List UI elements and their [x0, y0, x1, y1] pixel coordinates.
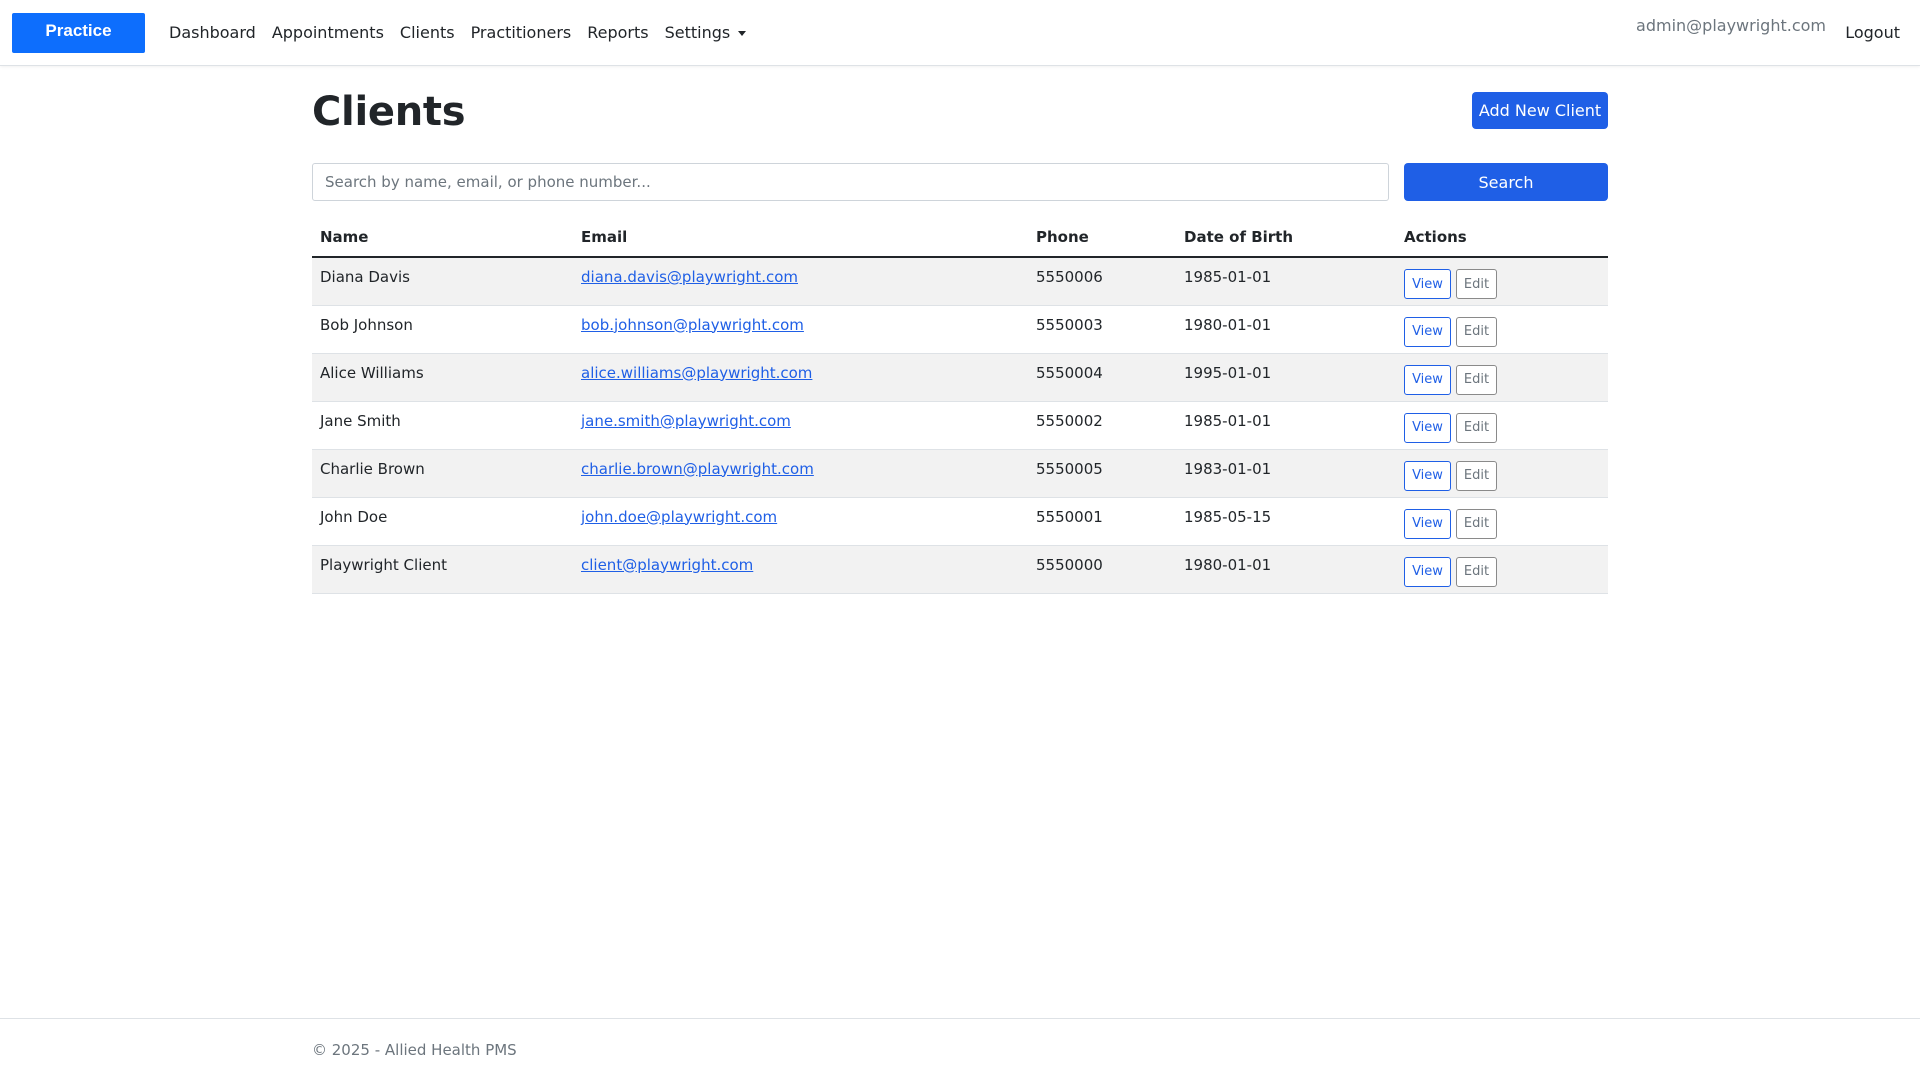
table-body: Diana Davis diana.davis@playwright.com 5…	[312, 257, 1608, 594]
client-email-cell: jane.smith@playwright.com	[573, 401, 1028, 450]
client-date-of-birth: 1980-01-01	[1176, 305, 1396, 354]
client-phone: 5550000	[1028, 545, 1176, 594]
nav-reports[interactable]: Reports	[579, 22, 656, 44]
client-email-cell: john.doe@playwright.com	[573, 497, 1028, 546]
action-buttons: View Edit	[1404, 460, 1600, 491]
search-button[interactable]: Search	[1404, 163, 1608, 201]
action-buttons: View Edit	[1404, 412, 1600, 443]
header-actions: Actions	[1396, 218, 1608, 258]
client-actions: View Edit	[1396, 449, 1608, 498]
clients-table: Name Email Phone Date of Birth Actions D…	[312, 218, 1608, 594]
edit-client-button[interactable]: Edit	[1456, 508, 1497, 539]
client-name: Diana Davis	[312, 257, 573, 306]
action-buttons: View Edit	[1404, 316, 1600, 347]
caret-down-icon	[738, 30, 747, 36]
view-client-button[interactable]: View	[1404, 364, 1451, 395]
top-navbar: Practice Dashboard Appointments Clients …	[0, 0, 1920, 66]
client-email-link[interactable]: charlie.brown@playwright.com	[581, 460, 814, 478]
client-email-cell: client@playwright.com	[573, 545, 1028, 594]
view-client-button[interactable]: View	[1404, 412, 1451, 443]
header-name: Name	[312, 218, 573, 258]
table-row: Jane Smith jane.smith@playwright.com 555…	[312, 401, 1608, 450]
client-email-link[interactable]: john.doe@playwright.com	[581, 508, 777, 526]
edit-client-button[interactable]: Edit	[1456, 412, 1497, 443]
client-phone: 5550001	[1028, 497, 1176, 546]
header-email: Email	[573, 218, 1028, 258]
edit-client-button[interactable]: Edit	[1456, 364, 1497, 395]
view-client-button[interactable]: View	[1404, 269, 1451, 299]
client-email-cell: diana.davis@playwright.com	[573, 257, 1028, 306]
client-actions: View Edit	[1396, 401, 1608, 450]
action-buttons: View Edit	[1404, 508, 1600, 539]
client-name: John Doe	[312, 497, 573, 546]
header-phone: Phone	[1028, 218, 1176, 258]
client-email-link[interactable]: bob.johnson@playwright.com	[581, 316, 804, 334]
client-email-link[interactable]: diana.davis@playwright.com	[581, 268, 798, 286]
clients-table-wrapper: Name Email Phone Date of Birth Actions D…	[312, 218, 1608, 594]
client-actions: View Edit	[1396, 353, 1608, 402]
view-client-button[interactable]: View	[1404, 460, 1451, 491]
table-row: Charlie Brown charlie.brown@playwright.c…	[312, 449, 1608, 498]
nav-appointments[interactable]: Appointments	[264, 22, 392, 44]
nav-links: Dashboard Appointments Clients Practitio…	[161, 22, 754, 44]
nav-practitioners[interactable]: Practitioners	[463, 22, 580, 44]
client-email-link[interactable]: client@playwright.com	[581, 556, 753, 574]
client-actions: View Edit	[1396, 497, 1608, 546]
view-client-button[interactable]: View	[1404, 508, 1451, 539]
client-actions: View Edit	[1396, 545, 1608, 594]
action-buttons: View Edit	[1404, 556, 1600, 587]
client-date-of-birth: 1980-01-01	[1176, 545, 1396, 594]
page-title: Clients	[312, 89, 466, 135]
search-input[interactable]	[312, 163, 1389, 201]
client-phone: 5550003	[1028, 305, 1176, 354]
edit-client-button[interactable]: Edit	[1456, 460, 1497, 491]
client-email-link[interactable]: alice.williams@playwright.com	[581, 364, 812, 382]
table-row: Alice Williams alice.williams@playwright…	[312, 353, 1608, 402]
nav-settings-label: Settings	[664, 23, 731, 42]
client-date-of-birth: 1985-05-15	[1176, 497, 1396, 546]
client-name: Bob Johnson	[312, 305, 573, 354]
client-date-of-birth: 1983-01-01	[1176, 449, 1396, 498]
edit-client-button[interactable]: Edit	[1456, 316, 1497, 347]
nav-clients[interactable]: Clients	[392, 22, 463, 44]
footer-copyright: © 2025 - Allied Health PMS	[312, 1041, 517, 1059]
client-email-link[interactable]: jane.smith@playwright.com	[581, 412, 791, 430]
table-header-row: Name Email Phone Date of Birth Actions	[312, 218, 1608, 258]
client-actions: View Edit	[1396, 257, 1608, 306]
client-date-of-birth: 1985-01-01	[1176, 401, 1396, 450]
current-user-email: admin@playwright.com	[1636, 16, 1826, 35]
client-email-cell: charlie.brown@playwright.com	[573, 449, 1028, 498]
edit-client-button[interactable]: Edit	[1456, 269, 1497, 299]
nav-settings-dropdown[interactable]: Settings	[657, 22, 755, 44]
client-name: Alice Williams	[312, 353, 573, 402]
footer: © 2025 - Allied Health PMS	[0, 1018, 1920, 1080]
client-phone: 5550002	[1028, 401, 1176, 450]
table-row: Diana Davis diana.davis@playwright.com 5…	[312, 257, 1608, 306]
nav-dashboard[interactable]: Dashboard	[161, 22, 264, 44]
view-client-button[interactable]: View	[1404, 316, 1451, 347]
table-row: Bob Johnson bob.johnson@playwright.com 5…	[312, 305, 1608, 354]
client-actions: View Edit	[1396, 305, 1608, 354]
client-email-cell: bob.johnson@playwright.com	[573, 305, 1028, 354]
edit-client-button[interactable]: Edit	[1456, 556, 1497, 587]
client-date-of-birth: 1995-01-01	[1176, 353, 1396, 402]
header-date-of-birth: Date of Birth	[1176, 218, 1396, 258]
view-client-button[interactable]: View	[1404, 556, 1451, 587]
client-date-of-birth: 1985-01-01	[1176, 257, 1396, 306]
action-buttons: View Edit	[1404, 364, 1600, 395]
client-phone: 5550005	[1028, 449, 1176, 498]
table-row: John Doe john.doe@playwright.com 5550001…	[312, 497, 1608, 546]
action-buttons: View Edit	[1404, 268, 1600, 299]
client-phone: 5550006	[1028, 257, 1176, 306]
client-email-cell: alice.williams@playwright.com	[573, 353, 1028, 402]
table-row: Playwright Client client@playwright.com …	[312, 545, 1608, 594]
client-name: Jane Smith	[312, 401, 573, 450]
brand-logo[interactable]: Practice	[12, 13, 145, 53]
add-new-client-button[interactable]: Add New Client	[1472, 92, 1608, 129]
logout-link[interactable]: Logout	[1845, 22, 1900, 44]
client-name: Charlie Brown	[312, 449, 573, 498]
client-name: Playwright Client	[312, 545, 573, 594]
client-phone: 5550004	[1028, 353, 1176, 402]
